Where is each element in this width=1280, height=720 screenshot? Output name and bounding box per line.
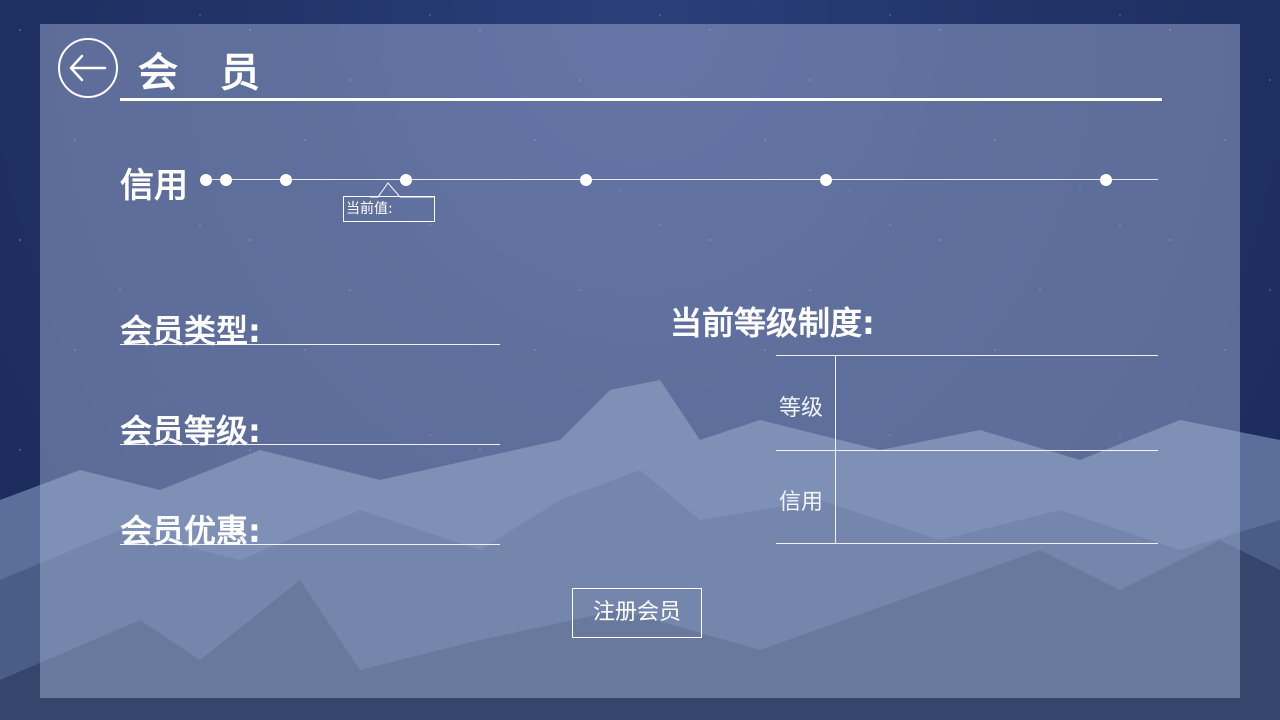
member-level-field-line [120, 444, 500, 445]
credit-scale-dot [200, 174, 212, 186]
credit-scale-dot [280, 174, 292, 186]
credit-scale-track [206, 179, 1158, 180]
member-benefit-field-line [120, 544, 500, 545]
current-value-tooltip: 当前值: [343, 196, 435, 222]
register-member-button[interactable]: 注册会员 [572, 588, 702, 638]
title-divider [120, 98, 1162, 101]
level-table-row-label: 等级 [779, 396, 824, 421]
tooltip-pointer [370, 182, 435, 198]
member-level-label: 会员等级: [120, 412, 261, 450]
level-table-divider [835, 355, 836, 543]
level-table-line [776, 450, 1158, 451]
level-table-line [776, 355, 1158, 356]
credit-scale-dot [220, 174, 232, 186]
credit-scale-dot [820, 174, 832, 186]
back-button[interactable] [58, 38, 118, 98]
arrow-left-icon [69, 54, 107, 82]
level-table-row-label: 信用 [779, 490, 824, 515]
credit-scale-dot [1100, 174, 1112, 186]
credit-label: 信用 [120, 166, 188, 206]
page-title: 会 员 [138, 50, 274, 96]
level-table-line [776, 543, 1158, 544]
member-type-field-line [120, 344, 500, 345]
member-type-label: 会员类型: [120, 312, 261, 350]
credit-scale-dot [580, 174, 592, 186]
level-system-title: 当前等级制度: [670, 304, 875, 342]
member-benefit-label: 会员优惠: [120, 512, 261, 550]
